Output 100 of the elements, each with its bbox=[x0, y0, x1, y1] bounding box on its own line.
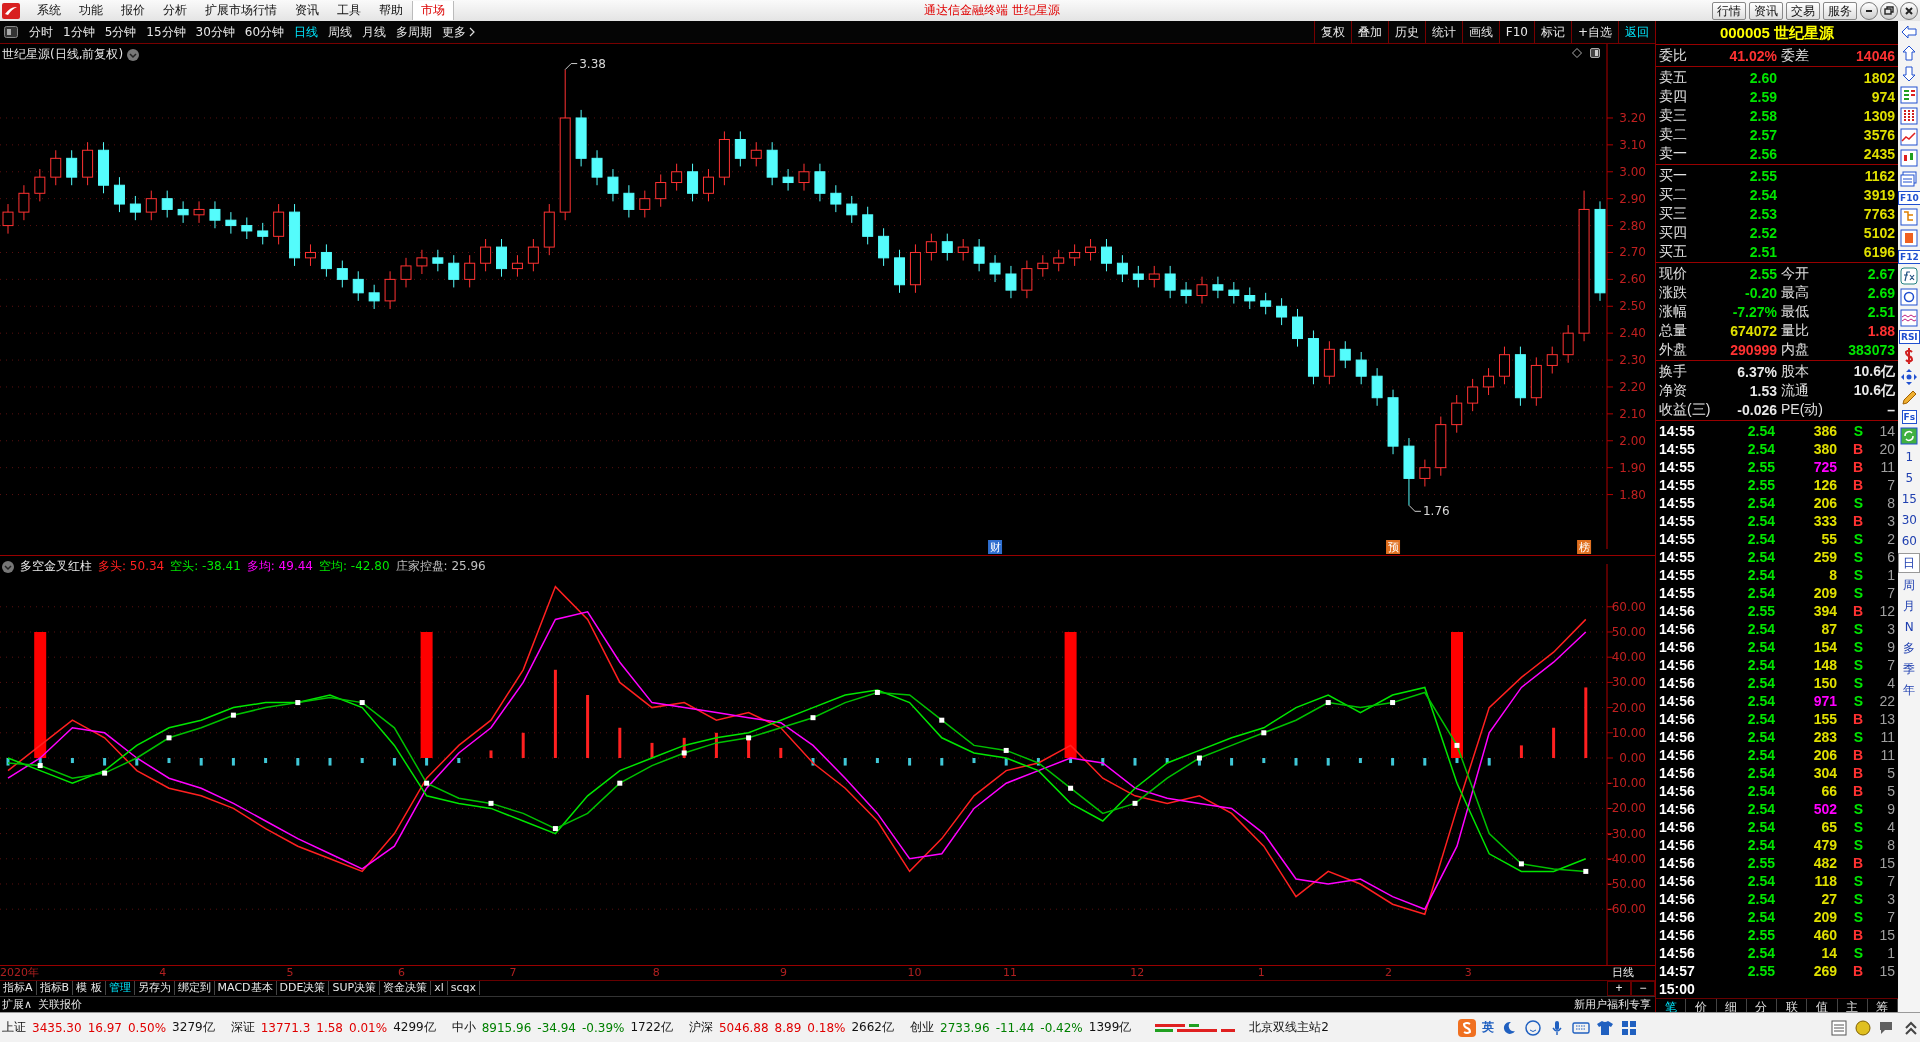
period-tab[interactable]: 15分钟 bbox=[141, 23, 191, 41]
axis-label: 3 bbox=[1464, 966, 1472, 980]
promo-link[interactable]: 新用户福利专享 bbox=[1574, 996, 1655, 1012]
period-tab[interactable]: 5分钟 bbox=[99, 23, 142, 41]
period-tab[interactable]: 1分钟 bbox=[58, 23, 100, 41]
period-button[interactable]: 多 bbox=[1898, 639, 1920, 657]
menu-item[interactable]: 系统 bbox=[28, 2, 70, 19]
trade-count: 3 bbox=[1886, 891, 1895, 907]
trade-time: 14:55 bbox=[1659, 585, 1696, 601]
period-button[interactable]: 1 bbox=[1898, 448, 1920, 466]
period-button[interactable]: 30 bbox=[1898, 511, 1920, 529]
shortcut-button[interactable]: F12 bbox=[1898, 250, 1920, 264]
title-button[interactable]: 服务 bbox=[1823, 1, 1857, 20]
field-label: 委比 bbox=[1659, 46, 1688, 65]
toolbar-button[interactable]: 复权 bbox=[1313, 21, 1351, 43]
period-button[interactable]: 月 bbox=[1898, 597, 1920, 615]
toolbar-button[interactable]: F10 bbox=[1498, 21, 1534, 43]
trade-volume: 386 bbox=[1812, 423, 1837, 439]
zoom-in-button[interactable]: + bbox=[1607, 980, 1631, 996]
period-tab[interactable]: 30分钟 bbox=[190, 23, 240, 41]
trade-count: 13 bbox=[1878, 711, 1895, 727]
trade-side: S bbox=[1852, 585, 1863, 601]
menu-item[interactable]: 功能 bbox=[70, 2, 112, 19]
indicator-tab[interactable]: 指标B bbox=[36, 981, 74, 996]
period-button[interactable]: 周 bbox=[1898, 576, 1920, 594]
period-button[interactable]: 60 bbox=[1898, 532, 1920, 550]
indicator-reading: 空头: -38.41 bbox=[170, 558, 241, 575]
toolbar-button[interactable]: +自选 bbox=[1570, 21, 1618, 43]
index-percent: 0.18% bbox=[807, 1020, 846, 1035]
menu-item[interactable]: 工具 bbox=[328, 2, 370, 19]
indicator-tab[interactable]: xl bbox=[431, 981, 448, 996]
indicator-tab[interactable]: 绑定到 bbox=[174, 981, 215, 996]
indicator-tab[interactable]: DDE决策 bbox=[276, 981, 330, 996]
period-tab[interactable]: 分时 bbox=[24, 23, 58, 41]
event-badge[interactable]: 财 bbox=[988, 540, 1003, 554]
title-button[interactable]: 交易 bbox=[1786, 1, 1820, 20]
trade-time: 14:55 bbox=[1659, 549, 1696, 565]
trade-time: 14:56 bbox=[1659, 621, 1696, 637]
order-label: 卖二 bbox=[1659, 125, 1688, 144]
menu-item[interactable]: 帮助 bbox=[370, 2, 412, 19]
trade-side: B bbox=[1851, 603, 1863, 619]
indicator-tab[interactable]: 指标A bbox=[0, 981, 37, 996]
indicator-tab[interactable]: MACD基本 bbox=[214, 981, 277, 996]
period-button[interactable]: 年 bbox=[1898, 681, 1920, 699]
toolbar-button[interactable]: 叠加 bbox=[1350, 21, 1388, 43]
toolbar-button[interactable]: 返回 bbox=[1618, 21, 1655, 43]
field-value: -0.026 bbox=[1736, 401, 1777, 418]
period-tab[interactable]: 更多 bbox=[437, 23, 472, 41]
period-tab[interactable]: 60分钟 bbox=[239, 23, 290, 41]
trade-time: 14:55 bbox=[1659, 531, 1696, 547]
period-tab[interactable]: 月线 bbox=[357, 23, 392, 41]
chart-title: 世纪星源(日线,前复权) bbox=[2, 46, 124, 63]
toolbar-button[interactable]: 画线 bbox=[1461, 21, 1499, 43]
shortcut-button[interactable]: F10 bbox=[1898, 191, 1920, 205]
trade-volume: 14 bbox=[1820, 945, 1837, 961]
menu-item[interactable]: 分析 bbox=[154, 2, 196, 19]
indicator-tab[interactable]: 资金决策 bbox=[380, 981, 432, 996]
period-button[interactable]: N bbox=[1898, 618, 1920, 636]
trade-count: 2 bbox=[1886, 531, 1895, 547]
menu-item[interactable]: 扩展市场行情 bbox=[196, 2, 286, 19]
indicator-tab[interactable]: scqx bbox=[447, 981, 480, 996]
trade-count: 14 bbox=[1878, 423, 1895, 439]
period-button[interactable]: 15 bbox=[1898, 490, 1920, 508]
indicator-tab[interactable]: 另存为 bbox=[134, 981, 175, 996]
zoom-out-button[interactable]: − bbox=[1631, 980, 1655, 996]
period-button[interactable]: 季 bbox=[1898, 660, 1920, 678]
order-price: 2.55 bbox=[1748, 167, 1777, 184]
period-button[interactable]: 5 bbox=[1898, 469, 1920, 487]
order-price: 2.52 bbox=[1748, 224, 1777, 241]
period-tab[interactable]: 多周期 bbox=[391, 23, 438, 41]
title-button[interactable]: 资讯 bbox=[1749, 1, 1783, 20]
toolbar-button[interactable]: 标记 bbox=[1533, 21, 1571, 43]
axis-label: 2.20 bbox=[1619, 379, 1646, 394]
trade-count: 22 bbox=[1878, 693, 1895, 709]
trade-time: 14:56 bbox=[1659, 747, 1696, 763]
axis-label: 2.80 bbox=[1619, 218, 1646, 233]
title-button[interactable]: 行情 bbox=[1712, 1, 1746, 20]
shortcut-button[interactable]: RSI bbox=[1898, 330, 1920, 344]
toolbar-button[interactable]: 历史 bbox=[1387, 21, 1425, 43]
indicator-tab[interactable]: 模 板 bbox=[73, 981, 106, 996]
period-tab[interactable]: 日线 bbox=[289, 23, 324, 41]
indicator-tab[interactable]: SUP决策 bbox=[329, 981, 381, 996]
period-button[interactable]: 日 bbox=[1898, 553, 1920, 573]
menu-item[interactable]: 报价 bbox=[112, 2, 154, 19]
linked-quotes-button[interactable]: 关联报价 bbox=[38, 996, 83, 1012]
order-volume: 1802 bbox=[1862, 69, 1895, 86]
trade-count: 11 bbox=[1879, 729, 1895, 745]
order-price: 2.57 bbox=[1748, 126, 1777, 143]
trade-volume: 209 bbox=[1812, 909, 1837, 925]
field-label: 收益(三) bbox=[1659, 400, 1711, 419]
menu-item[interactable]: 资讯 bbox=[286, 2, 328, 19]
index-name: 中小 bbox=[451, 1019, 476, 1036]
period-tab[interactable]: 周线 bbox=[323, 23, 358, 41]
shortcut-button[interactable]: Fs bbox=[1901, 410, 1918, 424]
input-mode-label[interactable]: 英 bbox=[1482, 1019, 1494, 1036]
indicator-tab[interactable]: 管理 bbox=[105, 981, 135, 996]
market-tab[interactable]: 市场 bbox=[412, 1, 454, 20]
expand-button[interactable]: 扩展∧ bbox=[2, 996, 33, 1012]
toolbar-button[interactable]: 统计 bbox=[1424, 21, 1462, 43]
trade-time: 14:56 bbox=[1659, 783, 1696, 799]
